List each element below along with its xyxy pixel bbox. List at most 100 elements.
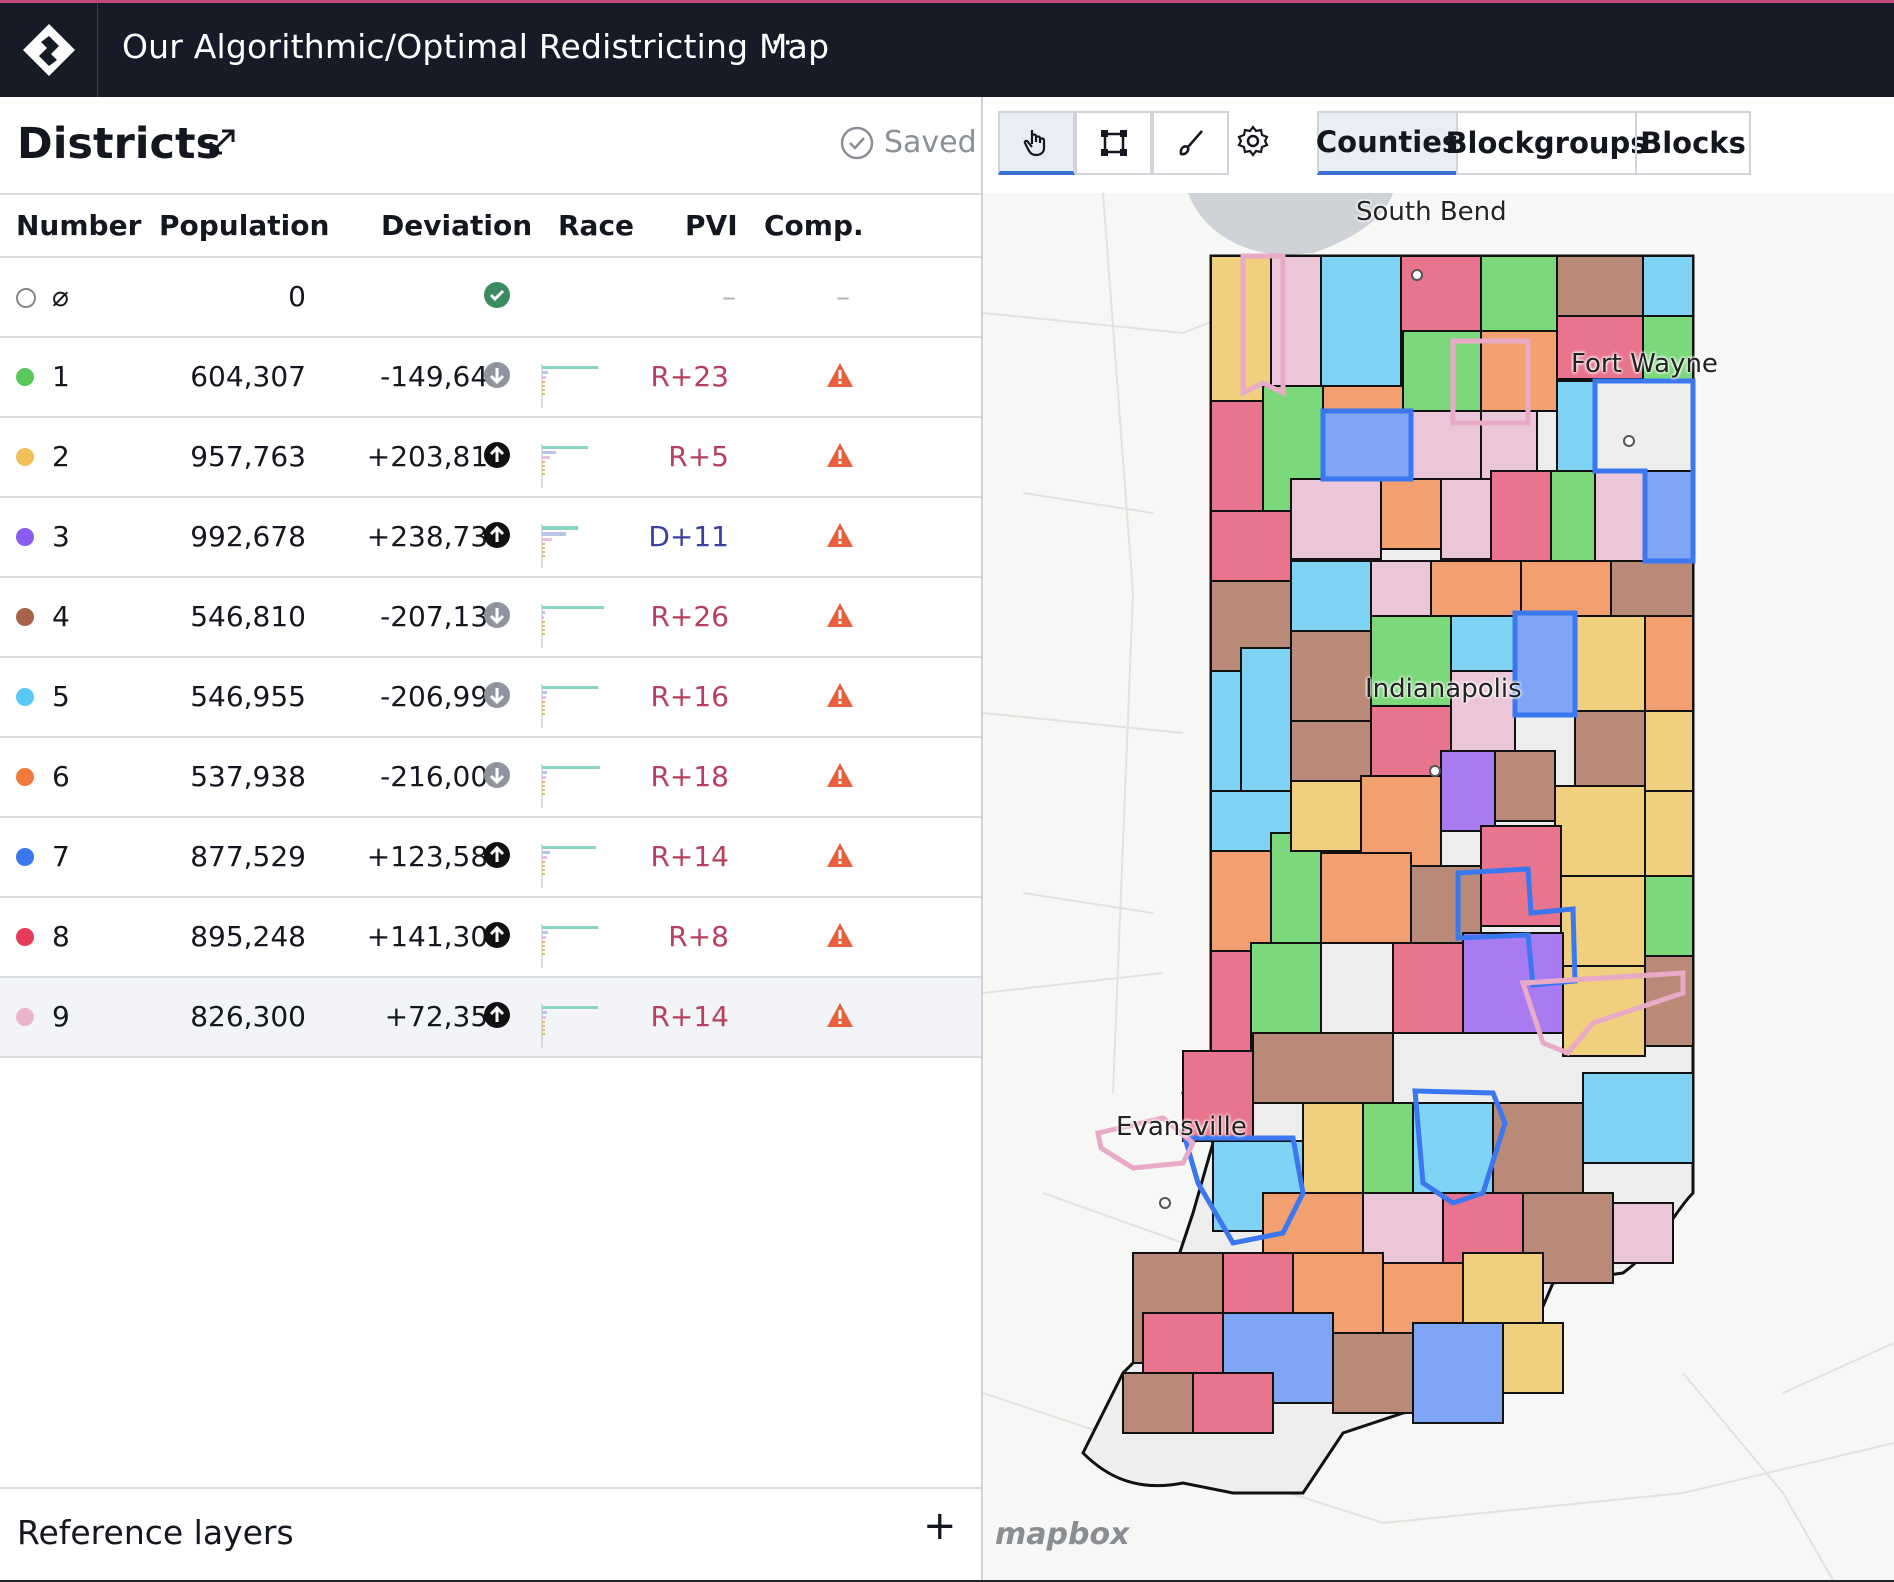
mapbox-logo[interactable]: mapbox [995, 1517, 1129, 1552]
district-number: ⌀ [52, 280, 69, 313]
more-menu-button[interactable]: ··· [770, 23, 807, 62]
district-row[interactable]: 6 537,938 -216,009 R+18 [0, 738, 981, 818]
district-row[interactable]: 8 895,248 +141,301 R+8 [0, 898, 981, 978]
district-row[interactable]: 5 546,955 -206,992 R+16 [0, 658, 981, 738]
reference-layers-section: Reference layers + [0, 1487, 981, 1582]
col-population[interactable]: Population [159, 209, 329, 242]
col-comp[interactable]: Comp. [764, 209, 864, 242]
col-race[interactable]: Race [558, 209, 634, 242]
districtr-logo-icon [22, 24, 75, 76]
arrow-up-circle-icon [483, 521, 511, 556]
county-district-8 [1210, 400, 1264, 512]
county-district-5 [1582, 1072, 1694, 1164]
warning-icon[interactable] [826, 602, 854, 635]
county-district-6 [1320, 852, 1412, 944]
district-pvi: R+16 [650, 680, 729, 713]
district-population: 537,938 [190, 760, 306, 793]
settings-button[interactable] [1235, 123, 1271, 163]
district-color-swatch[interactable] [16, 928, 34, 946]
county-district-8 [1490, 470, 1552, 562]
district-population: 546,810 [190, 600, 306, 633]
county-district-4 [1290, 630, 1372, 722]
warning-icon[interactable] [826, 442, 854, 475]
district-pvi: R+23 [650, 360, 729, 393]
district-row[interactable]: 2 957,763 +203,816 R+5 [0, 418, 981, 498]
county-district-6 [1322, 385, 1404, 412]
district-color-swatch[interactable] [16, 368, 34, 386]
county-district-9 [1612, 1202, 1674, 1264]
county-district-7 [1412, 1322, 1504, 1424]
county-district-8 [1370, 705, 1452, 777]
district-pvi: R+14 [650, 840, 729, 873]
app-window: Our Algorithmic/Optimal Redistricting Ma… [0, 0, 1894, 1580]
col-pvi[interactable]: PVI [685, 209, 738, 242]
county-district-6 [1430, 560, 1522, 617]
county-district-4 [1122, 1372, 1194, 1434]
county-district-7 [1322, 410, 1412, 480]
warning-icon[interactable] [826, 682, 854, 715]
county-district-5 [1290, 560, 1372, 632]
check-circle-icon [840, 126, 874, 159]
district-pvi: D+11 [648, 520, 729, 553]
district-number: 5 [52, 680, 70, 713]
warning-icon[interactable] [826, 522, 854, 555]
col-deviation[interactable]: Deviation [381, 209, 532, 242]
rectangle-tool-button[interactable] [1075, 111, 1152, 175]
district-color-swatch[interactable] [16, 288, 36, 308]
warning-icon[interactable] [826, 842, 854, 875]
district-color-swatch[interactable] [16, 848, 34, 866]
city-label-south-bend: South Bend [1356, 197, 1507, 227]
district-color-swatch[interactable] [16, 608, 34, 626]
pointer-tool-button[interactable] [998, 111, 1075, 175]
district-population: 992,678 [190, 520, 306, 553]
brush-tool-button[interactable] [1152, 111, 1229, 175]
col-number[interactable]: Number [16, 209, 141, 242]
city-label-evansville: Evansville [1116, 1112, 1247, 1142]
district-compactness[interactable]: – [836, 280, 850, 313]
county-district-7 [1514, 612, 1576, 716]
map-title[interactable]: Our Algorithmic/Optimal Redistricting Ma… [122, 27, 829, 66]
district-number: 7 [52, 840, 70, 873]
county-district-9 [1270, 255, 1322, 402]
arrow-up-circle-icon [483, 1001, 511, 1036]
race-breakdown-chart [541, 600, 621, 648]
reference-layers-label: Reference layers [17, 1513, 294, 1552]
county-district-5 [1210, 670, 1242, 792]
warning-icon[interactable] [826, 762, 854, 795]
city-label-indianapolis: Indianapolis [1365, 674, 1522, 704]
county-district-4 [1332, 1332, 1414, 1414]
district-pvi: R+5 [668, 440, 729, 473]
district-map[interactable] [983, 193, 1894, 1580]
district-population: 546,955 [190, 680, 306, 713]
district-row[interactable]: 3 992,678 +238,731 D+11 [0, 498, 981, 578]
district-number: 2 [52, 440, 70, 473]
level-blocks-button[interactable]: Blocks [1635, 111, 1751, 175]
warning-icon[interactable] [826, 1002, 854, 1035]
level-counties-button[interactable]: Counties [1316, 111, 1459, 175]
county-district-2 [1574, 615, 1646, 712]
level-blockgroups-button[interactable]: Blockgroups [1445, 111, 1648, 175]
district-population: 826,300 [190, 1000, 306, 1033]
district-color-swatch[interactable] [16, 528, 34, 546]
districts-panel: Districts Saved Number Population Deviat… [0, 97, 983, 1580]
logo[interactable] [0, 3, 98, 97]
district-color-swatch[interactable] [16, 688, 34, 706]
county-district-6 [1210, 850, 1272, 952]
warning-icon[interactable] [826, 362, 854, 395]
district-color-swatch[interactable] [16, 448, 34, 466]
district-row[interactable]: 1 604,307 -149,640 R+23 [0, 338, 981, 418]
pointer-icon [1023, 130, 1045, 157]
district-row[interactable]: 4 546,810 -207,137 R+26 [0, 578, 981, 658]
district-color-swatch[interactable] [16, 768, 34, 786]
district-row[interactable]: ⌀00–– [0, 258, 981, 338]
top-bar: Our Algorithmic/Optimal Redistricting Ma… [0, 0, 1894, 97]
warning-icon[interactable] [826, 922, 854, 955]
district-row[interactable]: 9 826,300 +72,353 R+14 [0, 978, 981, 1058]
county-district-8 [1400, 255, 1482, 332]
race-breakdown-chart [541, 1000, 621, 1048]
county-district-5 [1642, 255, 1694, 317]
district-color-swatch[interactable] [16, 1008, 34, 1026]
district-row[interactable]: 7 877,529 +123,582 R+14 [0, 818, 981, 898]
add-reference-layer-button[interactable]: + [923, 1503, 957, 1549]
expand-icon[interactable] [207, 127, 237, 161]
